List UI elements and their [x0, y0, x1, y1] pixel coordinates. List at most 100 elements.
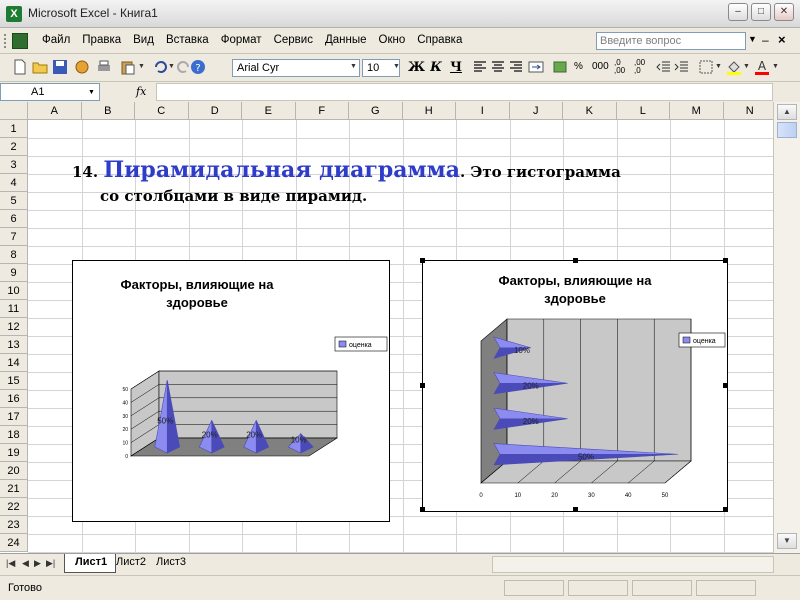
menu-tools[interactable]: Сервис [268, 34, 319, 46]
next-sheet-icon[interactable]: ▶ [34, 558, 41, 569]
row-header-20[interactable]: 20 [0, 462, 28, 480]
align-left-icon[interactable] [472, 59, 488, 75]
row-header-16[interactable]: 16 [0, 390, 28, 408]
column-header-h[interactable]: H [402, 102, 456, 120]
row-header-3[interactable]: 3 [0, 156, 28, 174]
row-header-24[interactable]: 24 [0, 534, 28, 552]
font-size-dropdown-icon[interactable]: ▼ [393, 63, 400, 70]
help-dropdown-icon[interactable]: ▼ [748, 34, 757, 44]
row-header-12[interactable]: 12 [0, 318, 28, 336]
document-minimize-button[interactable]: – [762, 33, 769, 47]
resize-handle-bottom-left[interactable] [420, 507, 425, 512]
resize-handle-right[interactable] [723, 383, 728, 388]
insert-function-icon[interactable]: fx [136, 85, 146, 98]
row-header-15[interactable]: 15 [0, 372, 28, 390]
row-header-10[interactable]: 10 [0, 282, 28, 300]
borders-dropdown-icon[interactable]: ▼ [715, 63, 722, 70]
select-all-corner[interactable] [0, 102, 28, 120]
sheet-tab-3[interactable]: Лист3 [146, 554, 194, 573]
formula-input[interactable] [156, 83, 773, 101]
column-header-g[interactable]: G [349, 102, 403, 120]
font-color-dropdown-icon[interactable]: ▼ [772, 63, 779, 70]
fill-color-icon[interactable] [726, 59, 742, 75]
increase-decimal-button[interactable]: ,0 ,00 [614, 59, 625, 75]
scroll-up-icon[interactable]: ▲ [777, 104, 797, 120]
row-header-1[interactable]: 1 [0, 120, 28, 138]
column-header-n[interactable]: N [723, 102, 773, 120]
menu-view[interactable]: Вид [127, 34, 160, 46]
menu-file[interactable]: Файл [36, 34, 76, 46]
column-header-j[interactable]: J [509, 102, 563, 120]
document-close-button[interactable]: × [778, 32, 786, 47]
toolbar-grip[interactable] [4, 34, 7, 48]
increase-indent-icon[interactable] [674, 59, 690, 75]
resize-handle-left[interactable] [420, 383, 425, 388]
row-header-4[interactable]: 4 [0, 174, 28, 192]
menu-window[interactable]: Окно [373, 34, 412, 46]
column-header-d[interactable]: D [188, 102, 242, 120]
help-icon[interactable]: ? [190, 59, 206, 75]
row-header-9[interactable]: 9 [0, 264, 28, 282]
horizontal-scrollbar[interactable] [492, 556, 774, 573]
column-header-e[interactable]: E [242, 102, 296, 120]
column-header-k[interactable]: K [563, 102, 617, 120]
paste-dropdown-icon[interactable]: ▼ [138, 63, 145, 70]
new-document-icon[interactable] [12, 59, 28, 75]
row-header-21[interactable]: 21 [0, 480, 28, 498]
fill-color-dropdown-icon[interactable]: ▼ [743, 63, 750, 70]
minimize-button[interactable]: – [728, 3, 748, 21]
first-sheet-icon[interactable]: |◀ [6, 558, 15, 569]
comma-style-button[interactable]: 000 [592, 61, 609, 72]
underline-button[interactable]: Ч [448, 59, 464, 77]
resize-handle-top-left[interactable] [420, 258, 425, 263]
menu-help[interactable]: Справка [411, 34, 468, 46]
menu-edit[interactable]: Правка [76, 34, 127, 46]
decrease-decimal-button[interactable]: ,00 ,0 [634, 59, 645, 75]
align-center-icon[interactable] [490, 59, 506, 75]
column-header-l[interactable]: L [616, 102, 670, 120]
resize-handle-bottom-right[interactable] [723, 507, 728, 512]
menu-format[interactable]: Формат [215, 34, 268, 46]
borders-icon[interactable] [698, 59, 714, 75]
bold-button[interactable]: Ж [408, 59, 425, 77]
last-sheet-icon[interactable]: ▶| [46, 558, 55, 569]
font-name-select[interactable]: Arial Cyr [232, 59, 360, 77]
currency-icon[interactable] [552, 59, 568, 75]
resize-handle-top-right[interactable] [723, 258, 728, 263]
font-name-dropdown-icon[interactable]: ▼ [350, 63, 357, 70]
column-header-b[interactable]: B [81, 102, 135, 120]
close-button[interactable]: ✕ [774, 3, 794, 21]
undo-dropdown-icon[interactable]: ▼ [168, 63, 175, 70]
column-header-f[interactable]: F [295, 102, 349, 120]
row-header-6[interactable]: 6 [0, 210, 28, 228]
column-header-a[interactable]: A [28, 102, 82, 120]
row-header-22[interactable]: 22 [0, 498, 28, 516]
save-icon[interactable] [52, 59, 68, 75]
row-header-14[interactable]: 14 [0, 354, 28, 372]
permission-icon[interactable] [74, 59, 90, 75]
pyramid-bar-chart[interactable]: Факторы, влияющие на здоровье 0 10 20 30 40 50 1… [420, 258, 728, 512]
pyramid-column-chart[interactable]: Факторы, влияющие на здоровье 0 10 20 30 40 50 5… [72, 260, 390, 522]
resize-handle-top[interactable] [573, 258, 578, 263]
resize-handle-bottom[interactable] [573, 507, 578, 512]
menu-insert[interactable]: Вставка [160, 34, 215, 46]
row-header-19[interactable]: 19 [0, 444, 28, 462]
maximize-button[interactable]: □ [751, 3, 771, 21]
row-header-18[interactable]: 18 [0, 426, 28, 444]
open-folder-icon[interactable] [32, 59, 48, 75]
name-box[interactable]: A1 [0, 83, 100, 101]
font-color-icon[interactable]: A [754, 59, 770, 75]
italic-button[interactable]: К [428, 59, 444, 77]
align-right-icon[interactable] [508, 59, 524, 75]
row-header-11[interactable]: 11 [0, 300, 28, 318]
row-header-7[interactable]: 7 [0, 228, 28, 246]
excel-app-icon[interactable]: X [6, 6, 22, 22]
row-header-2[interactable]: 2 [0, 138, 28, 156]
column-header-c[interactable]: C [135, 102, 189, 120]
merge-center-icon[interactable] [528, 59, 544, 75]
row-header-8[interactable]: 8 [0, 246, 28, 264]
paste-icon[interactable] [120, 59, 136, 75]
menu-data[interactable]: Данные [319, 34, 373, 46]
scroll-down-icon[interactable]: ▼ [777, 533, 797, 549]
row-header-5[interactable]: 5 [0, 192, 28, 210]
